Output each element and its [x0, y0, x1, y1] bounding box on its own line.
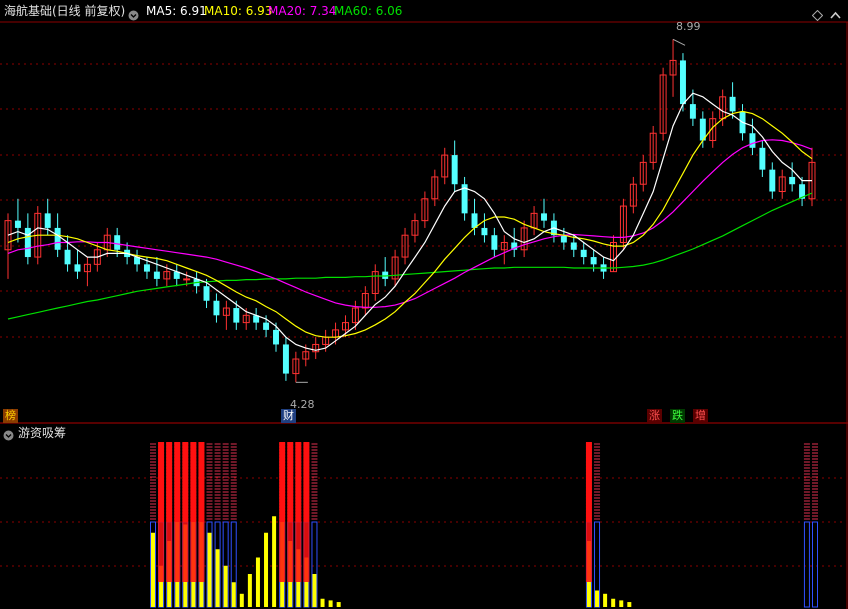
sub-bar-yellow — [336, 602, 341, 607]
candle-body — [580, 249, 587, 258]
sub-bar-yellow — [247, 574, 252, 607]
sub-bar-yellow — [320, 598, 325, 607]
sub-bar-yellow — [215, 549, 220, 607]
sub-bar-red-solid — [303, 442, 310, 522]
candle-body — [590, 257, 597, 265]
candle-body — [689, 104, 696, 119]
candle-body — [183, 278, 191, 281]
candle-body — [282, 344, 289, 374]
candle-body — [74, 264, 81, 272]
candle-body — [44, 213, 51, 228]
sub-bar-yellow — [595, 590, 600, 607]
high-marker — [672, 38, 686, 46]
sub-bar-yellow — [619, 600, 624, 607]
sub-bar-red-solid — [287, 442, 294, 522]
candle-body — [749, 133, 756, 148]
sub-bar-yellow — [255, 557, 260, 607]
limit-up-badge[interactable]: 涨 — [647, 409, 662, 423]
sub-bar-red-solid — [198, 442, 205, 522]
sub-bar-blue — [812, 521, 818, 608]
candle-body — [143, 264, 150, 272]
candle-body — [14, 220, 21, 228]
sub-bar-red-solid — [174, 522, 181, 582]
sub-bar-red-solid — [295, 522, 302, 582]
sub-bar-red-solid — [279, 522, 286, 582]
sub-bar-yellow — [328, 600, 333, 607]
sub-bar-red-solid — [585, 522, 592, 582]
sub-bar-red-solid — [182, 442, 189, 522]
candle-body — [451, 155, 458, 185]
ma10-line — [7, 110, 813, 338]
sub-bar-red-solid — [166, 522, 173, 582]
sub-bar-yellow — [627, 602, 632, 607]
sub-bar-red-solid — [198, 522, 205, 582]
sub-bar-red-solid — [182, 522, 189, 582]
rank-badge[interactable]: 榜 — [3, 409, 18, 423]
candle-body — [769, 169, 776, 192]
candle-body — [213, 300, 220, 316]
collapse-icon[interactable] — [830, 6, 841, 28]
sub-bar-red-solid — [190, 442, 197, 522]
stock-title[interactable]: 海航基础(日线 前复权) — [4, 0, 125, 22]
sub-bar-red-solid — [303, 522, 310, 582]
sub-bar-yellow — [151, 532, 155, 607]
settings-icon[interactable] — [128, 6, 139, 28]
sub-bar-yellow — [611, 598, 616, 607]
sub-settings-icon[interactable] — [3, 428, 14, 446]
sub-bar-red-solid — [279, 442, 286, 522]
sub-bar-red-solid — [585, 442, 592, 522]
candle-body — [570, 242, 577, 250]
candle-body — [273, 329, 279, 345]
limit-down-badge[interactable]: 跌 — [670, 409, 685, 423]
candle-body — [560, 235, 567, 243]
candle-body — [64, 249, 71, 265]
sub-bar-yellow — [239, 593, 244, 607]
sub-bar-yellow — [207, 532, 212, 607]
sub-panel-title: 游资吸筹 — [18, 426, 67, 440]
candle-body — [153, 271, 160, 279]
sub-bar-yellow — [272, 516, 277, 607]
candle-body — [54, 227, 61, 250]
candle-body — [789, 176, 796, 185]
candle-body — [114, 235, 121, 250]
ma20-label: MA20: 7.34 — [268, 4, 337, 18]
sub-bar-red-solid — [166, 442, 173, 522]
candle-body — [491, 235, 498, 250]
increase-badge[interactable]: 增 — [693, 409, 708, 423]
candle-body — [263, 322, 270, 330]
chart-header: 海航基础(日线 前复权) MA5: 6.91 MA10: 6.93 MA20: … — [0, 0, 848, 22]
sub-bar-red-solid — [287, 522, 294, 582]
sub-bar-yellow — [603, 593, 608, 607]
ma60-label: MA60: 6.06 — [334, 4, 403, 18]
high-price-label: 8.99 — [676, 20, 701, 33]
sub-bar-red-solid — [158, 442, 165, 522]
candle-body — [679, 60, 686, 105]
sub-bar-red-solid — [158, 522, 165, 582]
candle-body — [759, 147, 766, 170]
diamond-icon[interactable] — [811, 6, 824, 28]
sub-bar-red-solid — [190, 522, 197, 582]
sub-bar-red-solid — [174, 442, 181, 522]
ma5-line — [7, 92, 812, 351]
sub-bar-yellow — [223, 565, 228, 607]
candle-body — [481, 227, 488, 236]
sub-bar-yellow — [312, 574, 317, 607]
sub-bar-red-solid — [295, 442, 302, 522]
sub-bar-yellow — [231, 582, 236, 607]
sub-bar-yellow — [264, 532, 269, 607]
candle-body — [729, 96, 736, 112]
finance-badge[interactable]: 财 — [281, 409, 296, 423]
candle-body — [24, 227, 31, 258]
ma10-label: MA10: 6.93 — [204, 4, 273, 18]
ma5-label: MA5: 6.91 — [146, 4, 207, 18]
candle-body — [203, 286, 210, 301]
sub-bar-blue — [803, 521, 810, 608]
candle-body — [541, 213, 547, 221]
kline-chart-canvas[interactable] — [0, 0, 848, 609]
candle-body — [233, 308, 240, 323]
ma20-line — [7, 139, 813, 308]
